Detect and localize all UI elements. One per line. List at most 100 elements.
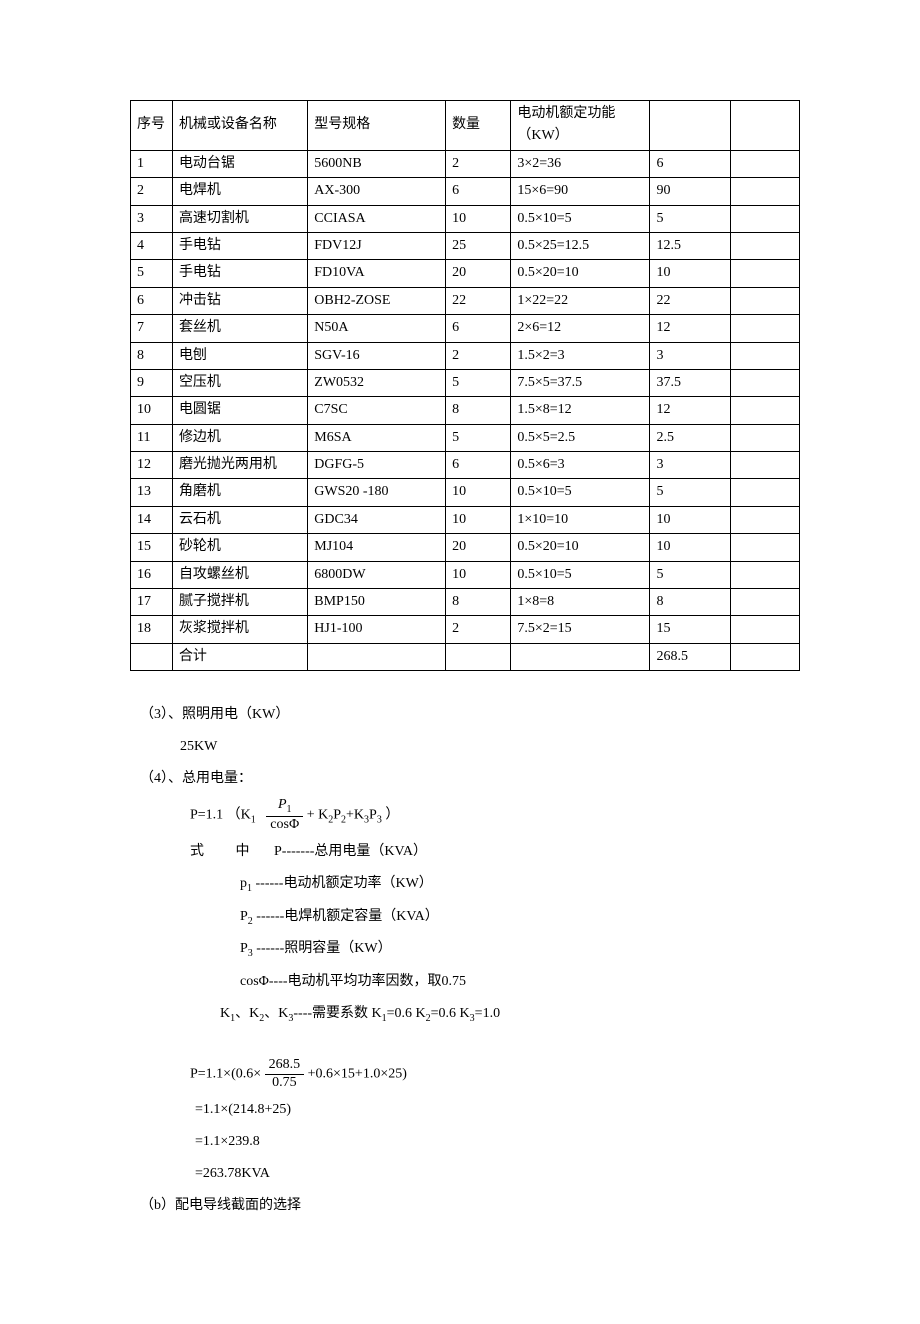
table-cell: 5 [650, 561, 730, 588]
k-desc-line: K1、K2、K3----需要系数 K1=0.6 K2=0.6 K3=1.0 [140, 1000, 800, 1029]
table-cell: 2 [446, 342, 511, 369]
table-cell: 腻子搅拌机 [172, 589, 307, 616]
table-cell: 电动台锯 [172, 150, 307, 177]
table-cell: 修边机 [172, 424, 307, 451]
calc-line1-a: P=1.1×(0.6× [190, 1067, 265, 1082]
table-cell: 15×6=90 [511, 178, 650, 205]
table-cell: 13 [131, 479, 173, 506]
table-cell: 22 [446, 287, 511, 314]
table-cell: 合计 [172, 643, 307, 670]
table-row: 2电焊机AX-300615×6=9090 [131, 178, 800, 205]
table-row: 3高速切割机CCIASA100.5×10=55 [131, 205, 800, 232]
section-b: （b）配电导线截面的选择 [140, 1192, 800, 1220]
shi: 式 [190, 844, 204, 859]
table-cell: 1×22=22 [511, 287, 650, 314]
table-cell: N50A [308, 315, 446, 342]
table-cell: 套丝机 [172, 315, 307, 342]
table-row: 16自攻螺丝机6800DW100.5×10=55 [131, 561, 800, 588]
table-cell: 20 [446, 534, 511, 561]
table-cell [730, 232, 799, 259]
table-row: 17腻子搅拌机BMP15081×8=88 [131, 589, 800, 616]
table-cell [730, 424, 799, 451]
table-cell: 12 [650, 397, 730, 424]
table-row: 11修边机M6SA50.5×5=2.52.5 [131, 424, 800, 451]
table-cell: 0.5×25=12.5 [511, 232, 650, 259]
table-cell: 5 [446, 369, 511, 396]
calc-frac-den: 0.75 [265, 1075, 305, 1092]
table-cell: 2 [131, 178, 173, 205]
table-cell: 手电钻 [172, 232, 307, 259]
table-cell: 20 [446, 260, 511, 287]
header-power: 电动机额定功能（KW） [511, 101, 650, 151]
table-cell: 18 [131, 616, 173, 643]
table-row: 18灰浆搅拌机HJ1-10027.5×2=1515 [131, 616, 800, 643]
formula-line: P=1.1 （K1 P1 cosΦ + K2P2+K3P3 ） [140, 797, 800, 834]
table-cell: 空压机 [172, 369, 307, 396]
table-cell: 3 [650, 452, 730, 479]
header-qty: 数量 [446, 101, 511, 151]
table-cell [730, 452, 799, 479]
table-cell: 12.5 [650, 232, 730, 259]
k-desc-b: ----需要系数 K [293, 1006, 381, 1021]
table-row: 5手电钻FD10VA200.5×20=1010 [131, 260, 800, 287]
table-cell: 2.5 [650, 424, 730, 451]
table-cell: FDV12J [308, 232, 446, 259]
p3-desc-line: P3 ------照明容量（KW） [140, 935, 800, 964]
table-cell [446, 643, 511, 670]
p2-desc-line: P2 ------电焊机额定容量（KVA） [140, 903, 800, 932]
p3-desc: ------照明容量（KW） [253, 941, 392, 956]
table-cell: 电圆锯 [172, 397, 307, 424]
table-cell: 2 [446, 150, 511, 177]
k-sep2: 、K [264, 1006, 288, 1021]
table-cell: 1.5×2=3 [511, 342, 650, 369]
table-cell [730, 150, 799, 177]
table-cell: 5 [446, 424, 511, 451]
table-row: 6冲击钻OBH2-ZOSE221×22=2222 [131, 287, 800, 314]
table-cell: 10 [131, 397, 173, 424]
calc-line2: =1.1×(214.8+25) [140, 1096, 800, 1124]
table-row: 9空压机ZW053257.5×5=37.537.5 [131, 369, 800, 396]
table-cell [730, 397, 799, 424]
table-cell: 1×10=10 [511, 506, 650, 533]
fraction-calc: 268.5 0.75 [265, 1057, 305, 1092]
k3v: =1.0 [475, 1006, 500, 1021]
table-cell: 0.5×20=10 [511, 534, 650, 561]
p-desc: P-------总用电量（KVA） [274, 844, 427, 859]
table-cell [730, 616, 799, 643]
table-cell: 268.5 [650, 643, 730, 670]
table-cell: 电焊机 [172, 178, 307, 205]
table-cell: 15 [650, 616, 730, 643]
table-cell: 电刨 [172, 342, 307, 369]
table-row: 4手电钻FDV12J250.5×25=12.512.5 [131, 232, 800, 259]
frac-den: cosΦ [266, 817, 303, 834]
table-cell: 0.5×20=10 [511, 260, 650, 287]
header-name: 机械或设备名称 [172, 101, 307, 151]
k1v: =0.6 K [387, 1006, 426, 1021]
table-cell: 7.5×5=37.5 [511, 369, 650, 396]
table-cell: 10 [446, 561, 511, 588]
table-cell: 10 [650, 534, 730, 561]
table-cell [730, 479, 799, 506]
table-header-row: 序号 机械或设备名称 型号规格 数量 电动机额定功能（KW） [131, 101, 800, 151]
calc-line3: =1.1×239.8 [140, 1128, 800, 1156]
table-cell: 6 [131, 287, 173, 314]
table-row: 7套丝机N50A62×6=1212 [131, 315, 800, 342]
table-row: 15砂轮机MJ104200.5×20=1010 [131, 534, 800, 561]
table-cell: 10 [650, 506, 730, 533]
table-cell [730, 369, 799, 396]
table-cell [131, 643, 173, 670]
table-cell: 8 [131, 342, 173, 369]
table-cell [730, 205, 799, 232]
table-row: 10电圆锯C7SC81.5×8=1212 [131, 397, 800, 424]
table-cell [730, 315, 799, 342]
zhong: 中 [236, 844, 250, 859]
table-cell: 10 [446, 205, 511, 232]
formula-tail: ） [385, 808, 399, 823]
table-cell: 25 [446, 232, 511, 259]
table-cell: ZW0532 [308, 369, 446, 396]
table-cell: 17 [131, 589, 173, 616]
table-cell: 5 [650, 479, 730, 506]
table-cell [730, 506, 799, 533]
table-cell [730, 589, 799, 616]
p1-desc: ------电动机额定功率（KW） [252, 876, 433, 891]
